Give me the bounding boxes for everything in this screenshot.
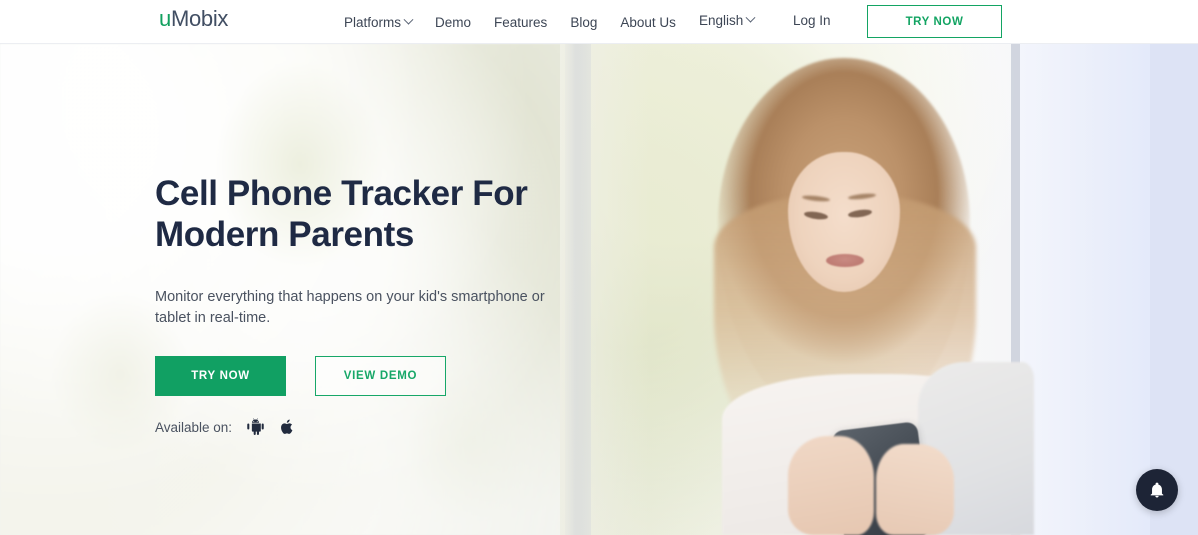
language-selector[interactable]: English xyxy=(699,12,756,28)
apple-icon[interactable] xyxy=(279,417,296,437)
available-label: Available on: xyxy=(155,419,233,435)
notification-fab-button[interactable] xyxy=(1136,469,1178,511)
nav-item-label: Features xyxy=(494,14,548,30)
woman-figure xyxy=(680,44,1100,535)
nav-item-blog[interactable]: Blog xyxy=(570,15,597,30)
header-try-now-button[interactable]: TRY NOW xyxy=(867,5,1002,38)
nav-item-label: Platforms xyxy=(344,14,402,30)
logo-prefix: u xyxy=(159,6,171,31)
hero-try-now-button[interactable]: TRY NOW xyxy=(155,356,286,396)
android-icon[interactable] xyxy=(246,417,265,437)
figure-hand-right xyxy=(876,444,954,535)
hero-photo-left-haze xyxy=(560,44,650,535)
page-title: Cell Phone Tracker For Modern Parents xyxy=(155,174,528,254)
nav-item-label: Demo xyxy=(435,14,472,30)
bell-icon xyxy=(1150,482,1164,498)
available-platforms: Available on: xyxy=(155,417,296,437)
nav-item-platforms[interactable]: Platforms xyxy=(344,14,414,30)
logo-suffix: Mobix xyxy=(170,6,229,31)
language-label: English xyxy=(699,13,744,28)
hero-photo xyxy=(560,44,1198,535)
nav-item-demo[interactable]: Demo xyxy=(435,15,471,30)
nav-item-about-us[interactable]: About Us xyxy=(620,15,676,30)
chevron-down-icon xyxy=(745,12,756,23)
nav-item-label: Blog xyxy=(570,14,598,30)
page-root: uMobix Platforms Demo Features Blog Abou… xyxy=(0,0,1198,535)
login-link[interactable]: Log In xyxy=(793,13,831,28)
figure-hand-left xyxy=(788,436,874,535)
hero-subtitle: Monitor everything that happens on your … xyxy=(155,289,545,326)
hero-cta-row: TRY NOW VIEW DEMO xyxy=(155,356,446,396)
figure-mouth xyxy=(826,254,864,267)
nav-item-label: About Us xyxy=(620,14,676,30)
wall-right xyxy=(1150,44,1198,535)
chevron-down-icon xyxy=(403,14,414,25)
nav-item-features[interactable]: Features xyxy=(494,15,547,30)
main-navigation: Platforms Demo Features Blog About Us xyxy=(344,0,676,44)
site-header: uMobix Platforms Demo Features Blog Abou… xyxy=(0,0,1198,44)
hero-section: Cell Phone Tracker For Modern Parents Mo… xyxy=(0,44,1198,535)
site-logo[interactable]: uMobix xyxy=(159,6,228,32)
hero-view-demo-button[interactable]: VIEW DEMO xyxy=(315,356,446,396)
